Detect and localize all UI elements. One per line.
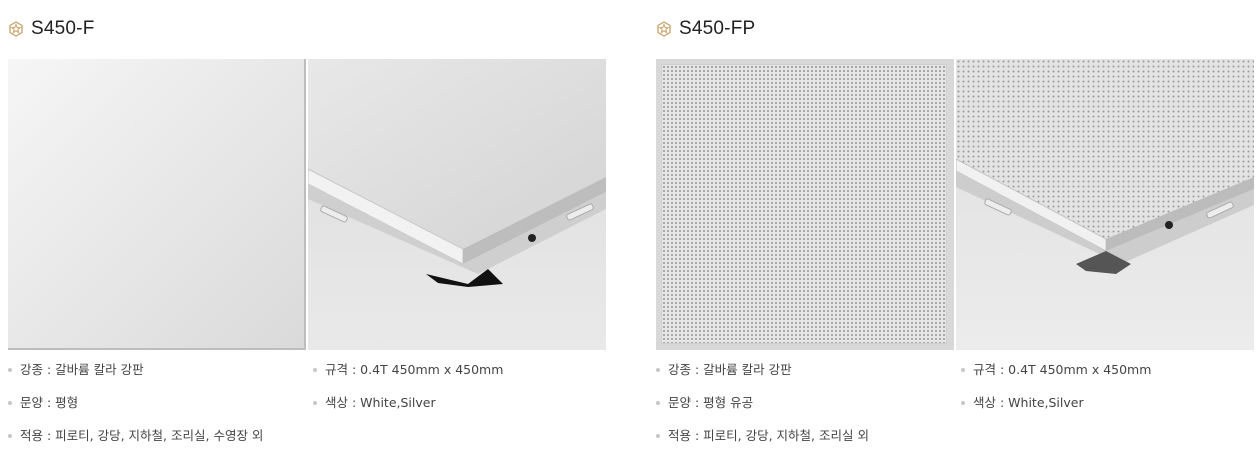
- spec-color-text: 색상 : White,Silver: [325, 395, 436, 410]
- bullet-icon: [8, 433, 12, 438]
- spec-pattern: 문양 : 평형 유공: [656, 395, 753, 411]
- bullet-icon: [656, 400, 660, 405]
- hexagon-star-icon: [657, 21, 671, 37]
- panel-edge-image: [308, 59, 606, 350]
- product-title-row: S450-FP: [656, 17, 755, 41]
- spec-usage-text: 적용 : 피로티, 강당, 지하철, 조리실 외: [668, 428, 869, 443]
- product-title: S450-FP: [679, 18, 756, 39]
- spec-size: 규격 : 0.4T 450mm x 450mm: [313, 362, 503, 378]
- spec-size-text: 규격 : 0.4T 450mm x 450mm: [973, 362, 1152, 377]
- spec-pattern: 문양 : 평형: [8, 395, 78, 411]
- hexagon-star-icon: [9, 21, 23, 37]
- bullet-icon: [313, 400, 317, 405]
- bullet-icon: [961, 400, 965, 405]
- spec-pattern-text: 문양 : 평형 유공: [668, 395, 754, 410]
- spec-material: 강종 : 갈바륨 칼라 강판: [8, 362, 144, 378]
- spec-color-text: 색상 : White,Silver: [973, 395, 1084, 410]
- product-images: [656, 59, 1254, 350]
- spec-material-text: 강종 : 갈바륨 칼라 강판: [20, 362, 144, 377]
- panel-front-image: [8, 59, 306, 350]
- product-images: [8, 59, 606, 350]
- bullet-icon: [656, 367, 660, 372]
- spec-size-text: 규격 : 0.4T 450mm x 450mm: [325, 362, 504, 377]
- perforation-pattern: [661, 64, 947, 344]
- panel-edge-image: [956, 59, 1254, 350]
- bullet-icon: [8, 400, 12, 405]
- product-title: S450-F: [31, 18, 95, 39]
- spec-usage: 적용 : 피로티, 강당, 지하철, 조리실, 수영장 외: [8, 428, 263, 444]
- spec-color: 색상 : White,Silver: [961, 395, 1084, 411]
- product-s450-f: S450-F 강종: 갈바륨 칼라 강판 규격: 0.4T 450mm x …: [8, 0, 608, 462]
- product-title-row: S450-F: [8, 17, 95, 41]
- bullet-icon: [961, 367, 965, 372]
- spec-pattern-text: 문양 : 평형: [20, 395, 79, 410]
- spec-material: 강종 : 갈바륨 칼라 강판: [656, 362, 792, 378]
- spec-usage: 적용 : 피로티, 강당, 지하철, 조리실 외: [656, 428, 869, 444]
- spec-color: 색상 : White,Silver: [313, 395, 436, 411]
- bullet-icon: [656, 433, 660, 438]
- bullet-icon: [8, 367, 12, 372]
- spec-material-text: 강종 : 갈바륨 칼라 강판: [668, 362, 792, 377]
- panel-front-image: [656, 59, 954, 350]
- bullet-icon: [313, 367, 317, 372]
- spec-usage-text: 적용 : 피로티, 강당, 지하철, 조리실, 수영장 외: [20, 428, 264, 443]
- spec-size: 규격 : 0.4T 450mm x 450mm: [961, 362, 1151, 378]
- product-s450-fp: S450-FP 강종: 갈바륨 칼라 강판 규격: 0.4T 450mm x…: [656, 0, 1256, 462]
